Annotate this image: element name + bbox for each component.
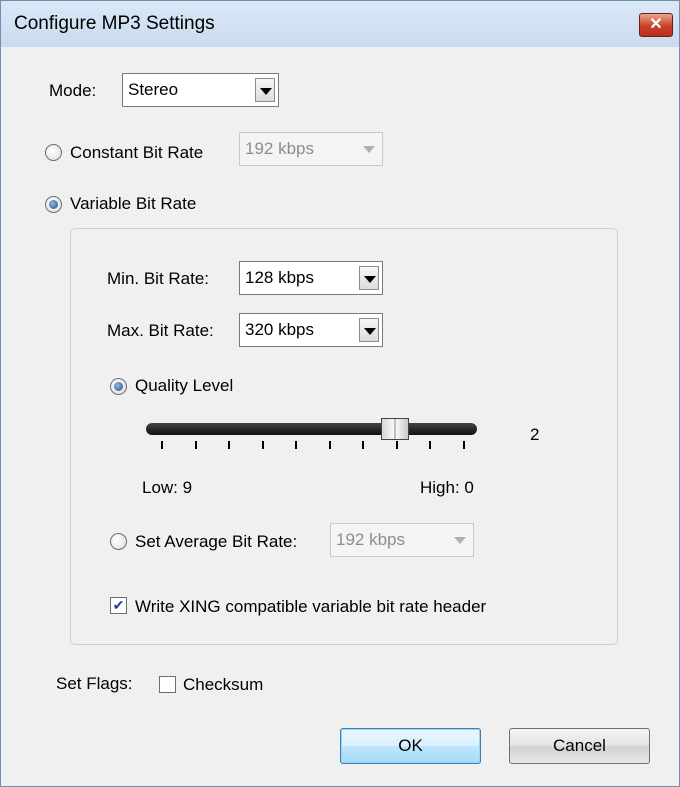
quality-slider-thumb[interactable] [381,418,409,440]
slider-tick [362,441,364,449]
mode-select[interactable]: Stereo [122,73,279,107]
max-bitrate-label: Max. Bit Rate: [107,321,214,340]
slider-tick [228,441,230,449]
slider-tick [194,441,197,449]
checksum-label: Checksum [183,675,264,694]
max-bitrate-select[interactable]: 320 kbps [239,313,383,347]
close-icon[interactable]: ✕ [639,13,673,37]
chevron-down-icon [359,318,379,342]
slider-tick [261,441,264,449]
cbr-bitrate-value: 192 kbps [245,139,314,158]
min-bitrate-label: Min. Bit Rate: [107,269,210,288]
mode-label: Mode: [49,81,97,100]
slider-tick [395,441,398,449]
quality-level-radio[interactable] [110,378,127,395]
chevron-down-icon [255,78,275,102]
quality-low-label: Low: 9 [142,478,193,497]
configure-mp3-dialog: Configure MP3 Settings ✕ Mode: Stereo Co… [0,0,680,787]
slider-tick [295,441,297,449]
xing-label: Write XING compatible variable bit rate … [135,597,487,616]
window-title: Configure MP3 Settings [14,13,215,34]
vbr-radio[interactable] [45,196,62,213]
quality-slider-track[interactable] [146,423,477,435]
max-bitrate-value: 320 kbps [245,320,314,339]
average-bitrate-radio[interactable] [110,533,127,550]
slider-tick [328,441,331,449]
average-bitrate-select[interactable]: 192 kbps [330,523,474,557]
quality-high-label: High: 0 [420,478,474,497]
vbr-label: Variable Bit Rate [70,194,197,213]
average-bitrate-value: 192 kbps [336,530,405,549]
min-bitrate-select[interactable]: 128 kbps [239,261,383,295]
slider-tick [161,441,163,449]
chevron-down-icon [359,137,379,161]
slider-tick [429,441,431,449]
mode-value: Stereo [128,80,179,99]
ok-button[interactable]: OK [340,728,481,764]
cbr-radio[interactable] [45,144,62,161]
chevron-down-icon [450,528,470,552]
title-bar[interactable]: Configure MP3 Settings ✕ [1,1,679,47]
cbr-label: Constant Bit Rate [70,143,204,162]
quality-value: 2 [530,425,540,444]
chevron-down-icon [359,266,379,290]
cbr-bitrate-select[interactable]: 192 kbps [239,132,383,166]
min-bitrate-value: 128 kbps [245,268,314,287]
cancel-button[interactable]: Cancel [509,728,650,764]
set-flags-label: Set Flags: [56,674,133,693]
slider-tick [462,441,465,449]
checksum-checkbox[interactable] [159,676,176,693]
average-bitrate-label: Set Average Bit Rate: [135,532,298,551]
quality-level-label: Quality Level [135,376,234,395]
xing-checkbox[interactable]: ✔ [110,597,127,614]
